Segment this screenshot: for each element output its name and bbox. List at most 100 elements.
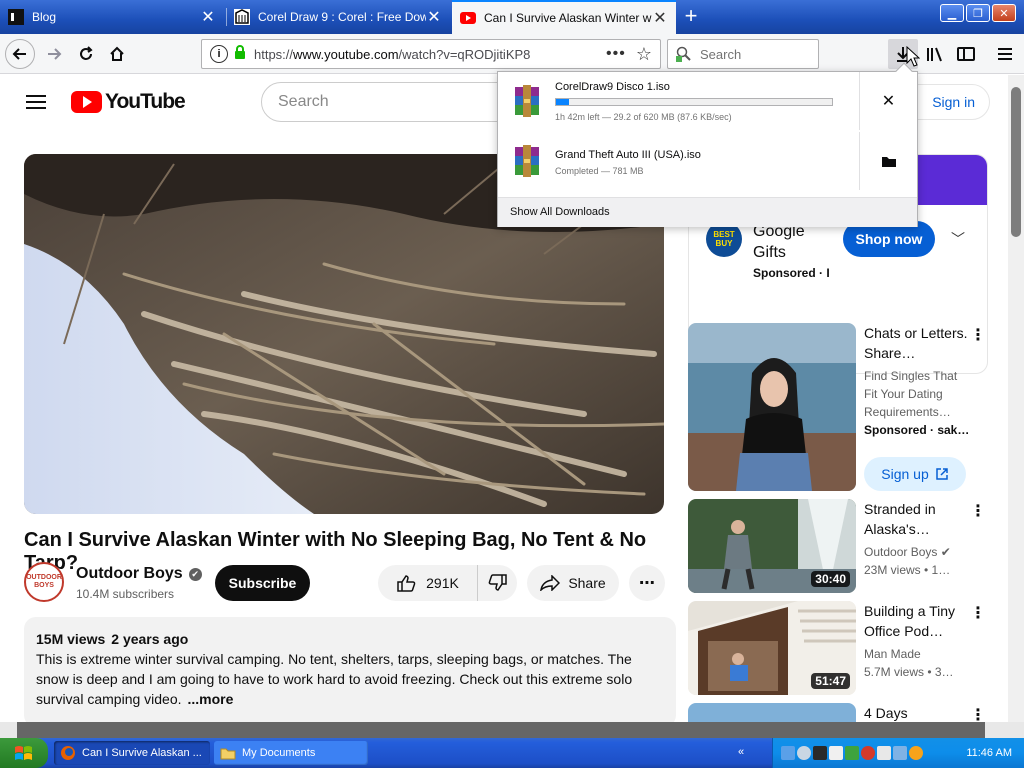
recommendation-thumbnail[interactable] — [688, 703, 856, 722]
recommendation-thumbnail[interactable]: 51:47 — [688, 601, 856, 695]
search-tray-icon[interactable] — [909, 746, 923, 760]
page-actions-icon[interactable]: ••• — [606, 45, 626, 63]
taskbar-item-my-documents[interactable]: My Documents — [214, 741, 368, 765]
youtube-play-icon — [71, 91, 102, 113]
recommendation-title[interactable]: Building a Tiny Office Pod… — [864, 601, 968, 641]
tab-blog[interactable]: Blog ✕ — [0, 2, 224, 32]
tab-corel-draw[interactable]: Corel Draw 9 : Corel : Free Downl ✕ — [226, 2, 450, 32]
close-tab-icon[interactable]: ✕ — [652, 8, 668, 28]
horizontal-scrollbar[interactable] — [17, 722, 985, 738]
sign-up-button[interactable]: Sign up — [864, 457, 966, 491]
app-tray-icon[interactable] — [877, 746, 891, 760]
winrar-archive-icon — [515, 85, 539, 117]
subscriber-count: 10.4M subscribers — [76, 587, 175, 601]
volume-icon[interactable] — [797, 746, 811, 760]
open-folder-button[interactable] — [859, 132, 917, 190]
page-scrollbar[interactable] — [1008, 75, 1024, 722]
cancel-download-button[interactable]: ✕ — [859, 72, 917, 130]
video-duration: 30:40 — [811, 571, 850, 587]
youtube-search-input[interactable]: Search — [261, 82, 511, 122]
tab-youtube-video[interactable]: Can I Survive Alaskan Winter with ✕ — [452, 0, 676, 34]
bookmark-star-icon[interactable]: ☆ — [636, 44, 652, 65]
recommendation-channel: Outdoor Boys ✔ — [864, 545, 951, 559]
tab-label: Blog — [32, 10, 57, 24]
taskbar-item-label: My Documents — [242, 747, 316, 759]
close-window-button[interactable]: ✕ — [992, 4, 1016, 22]
recommendation-item[interactable]: 4 Days ⋮ — [688, 703, 988, 722]
close-tab-icon[interactable]: ✕ — [200, 7, 216, 27]
recommendation-title[interactable]: Stranded in Alaska's… — [864, 499, 968, 539]
kebab-menu-icon[interactable]: ⋮ — [970, 705, 986, 722]
folder-icon — [220, 748, 236, 760]
show-more-link[interactable]: ...more — [188, 691, 234, 707]
youtube-logo[interactable]: YouTube — [71, 90, 186, 114]
kebab-menu-icon[interactable]: ⋮ — [970, 325, 986, 345]
show-all-downloads[interactable]: Show All Downloads — [498, 197, 917, 227]
scrollbar-thumb[interactable] — [1011, 87, 1021, 237]
sponsored-thumbnail-image — [688, 323, 856, 491]
app-tray-icon[interactable] — [893, 746, 907, 760]
video-duration: 51:47 — [811, 673, 850, 689]
dislike-button[interactable] — [478, 574, 517, 592]
upload-age: 2 years ago — [111, 631, 189, 647]
sidebar-button[interactable] — [951, 39, 981, 69]
security-shield-icon[interactable] — [861, 746, 875, 760]
close-tab-icon[interactable]: ✕ — [426, 7, 442, 27]
recommendation-item[interactable]: Chats or Letters. Share… Find Singles Th… — [688, 323, 988, 493]
external-link-icon — [935, 468, 948, 480]
restore-button[interactable]: ❐ — [966, 4, 990, 22]
subscribe-button[interactable]: Subscribe — [215, 565, 310, 601]
download-progress-fill — [556, 99, 569, 105]
search-icon — [676, 46, 691, 62]
channel-name[interactable]: Outdoor Boys ✔ — [76, 565, 202, 583]
new-tab-button[interactable]: + — [678, 4, 704, 30]
address-bar[interactable]: i https://www.youtube.com/watch?v=qRODji… — [201, 39, 661, 69]
reload-button[interactable] — [71, 39, 101, 69]
like-count: 291K — [426, 575, 459, 591]
back-button[interactable] — [5, 39, 35, 69]
recommendation-thumbnail[interactable]: 30:40 — [688, 499, 856, 593]
recommendation-title[interactable]: Chats or Letters. Share… — [864, 323, 968, 363]
guide-menu-icon[interactable] — [26, 95, 46, 109]
page-info-icon[interactable]: i — [210, 45, 228, 63]
channel-avatar[interactable]: OUTDOOR BOYS — [24, 562, 64, 602]
recommendation-item[interactable]: 51:47 Building a Tiny Office Pod… Man Ma… — [688, 601, 988, 695]
share-button[interactable]: Share — [527, 565, 619, 601]
recommendation-line: Find Singles That — [864, 369, 958, 383]
download-item[interactable]: CorelDraw9 Disco 1.iso 1h 42m left — 29.… — [498, 72, 917, 130]
app-tray-icon[interactable] — [845, 746, 859, 760]
home-button[interactable] — [102, 39, 132, 69]
start-button[interactable] — [0, 738, 48, 768]
kebab-menu-icon[interactable]: ⋮ — [970, 603, 986, 623]
more-actions-button[interactable]: ⋯ — [629, 565, 665, 601]
thumbs-up-icon — [397, 575, 416, 592]
view-meta: 15M views 2 years ago — [36, 629, 664, 649]
window-bottom-edge — [0, 722, 1024, 738]
menu-button[interactable] — [990, 39, 1020, 69]
recommendation-thumbnail[interactable] — [688, 323, 856, 491]
browser-search-field[interactable]: Search — [667, 39, 819, 69]
minimize-button[interactable]: ▁ — [940, 4, 964, 22]
recommendation-channel: Man Made — [864, 647, 921, 661]
winrar-archive-icon — [515, 145, 539, 177]
recommendation-item[interactable]: 30:40 Stranded in Alaska's… Outdoor Boys… — [688, 499, 988, 593]
app-tray-icon[interactable] — [829, 746, 843, 760]
forward-button[interactable] — [39, 39, 69, 69]
url-host: www.youtube.com — [293, 46, 399, 62]
kebab-menu-icon[interactable]: ⋮ — [970, 501, 986, 521]
chevron-down-icon[interactable]: ﹀ — [951, 229, 965, 249]
network-icon[interactable] — [781, 746, 795, 760]
recommendation-line: Fit Your Dating — [864, 387, 943, 401]
url-path: /watch?v=qRODjitiKP8 — [398, 46, 531, 62]
like-button[interactable]: 291K — [378, 565, 478, 601]
library-button[interactable] — [920, 39, 950, 69]
url-text[interactable]: https://www.youtube.com/watch?v=qRODjiti… — [254, 47, 606, 62]
download-item[interactable]: Grand Theft Auto III (USA).iso Completed… — [498, 132, 917, 190]
taskbar-clock[interactable]: 11:46 AM — [966, 747, 1012, 759]
recommendation-title[interactable]: 4 Days — [864, 703, 968, 722]
windows-taskbar: Can I Survive Alaskan ... My Documents «… — [0, 738, 1024, 768]
app-tray-icon[interactable] — [813, 746, 827, 760]
description-box[interactable]: 15M views 2 years ago This is extreme win… — [24, 617, 676, 722]
taskbar-item-firefox[interactable]: Can I Survive Alaskan ... — [54, 741, 210, 765]
show-hidden-icons-chevron-icon[interactable]: « — [738, 746, 744, 758]
